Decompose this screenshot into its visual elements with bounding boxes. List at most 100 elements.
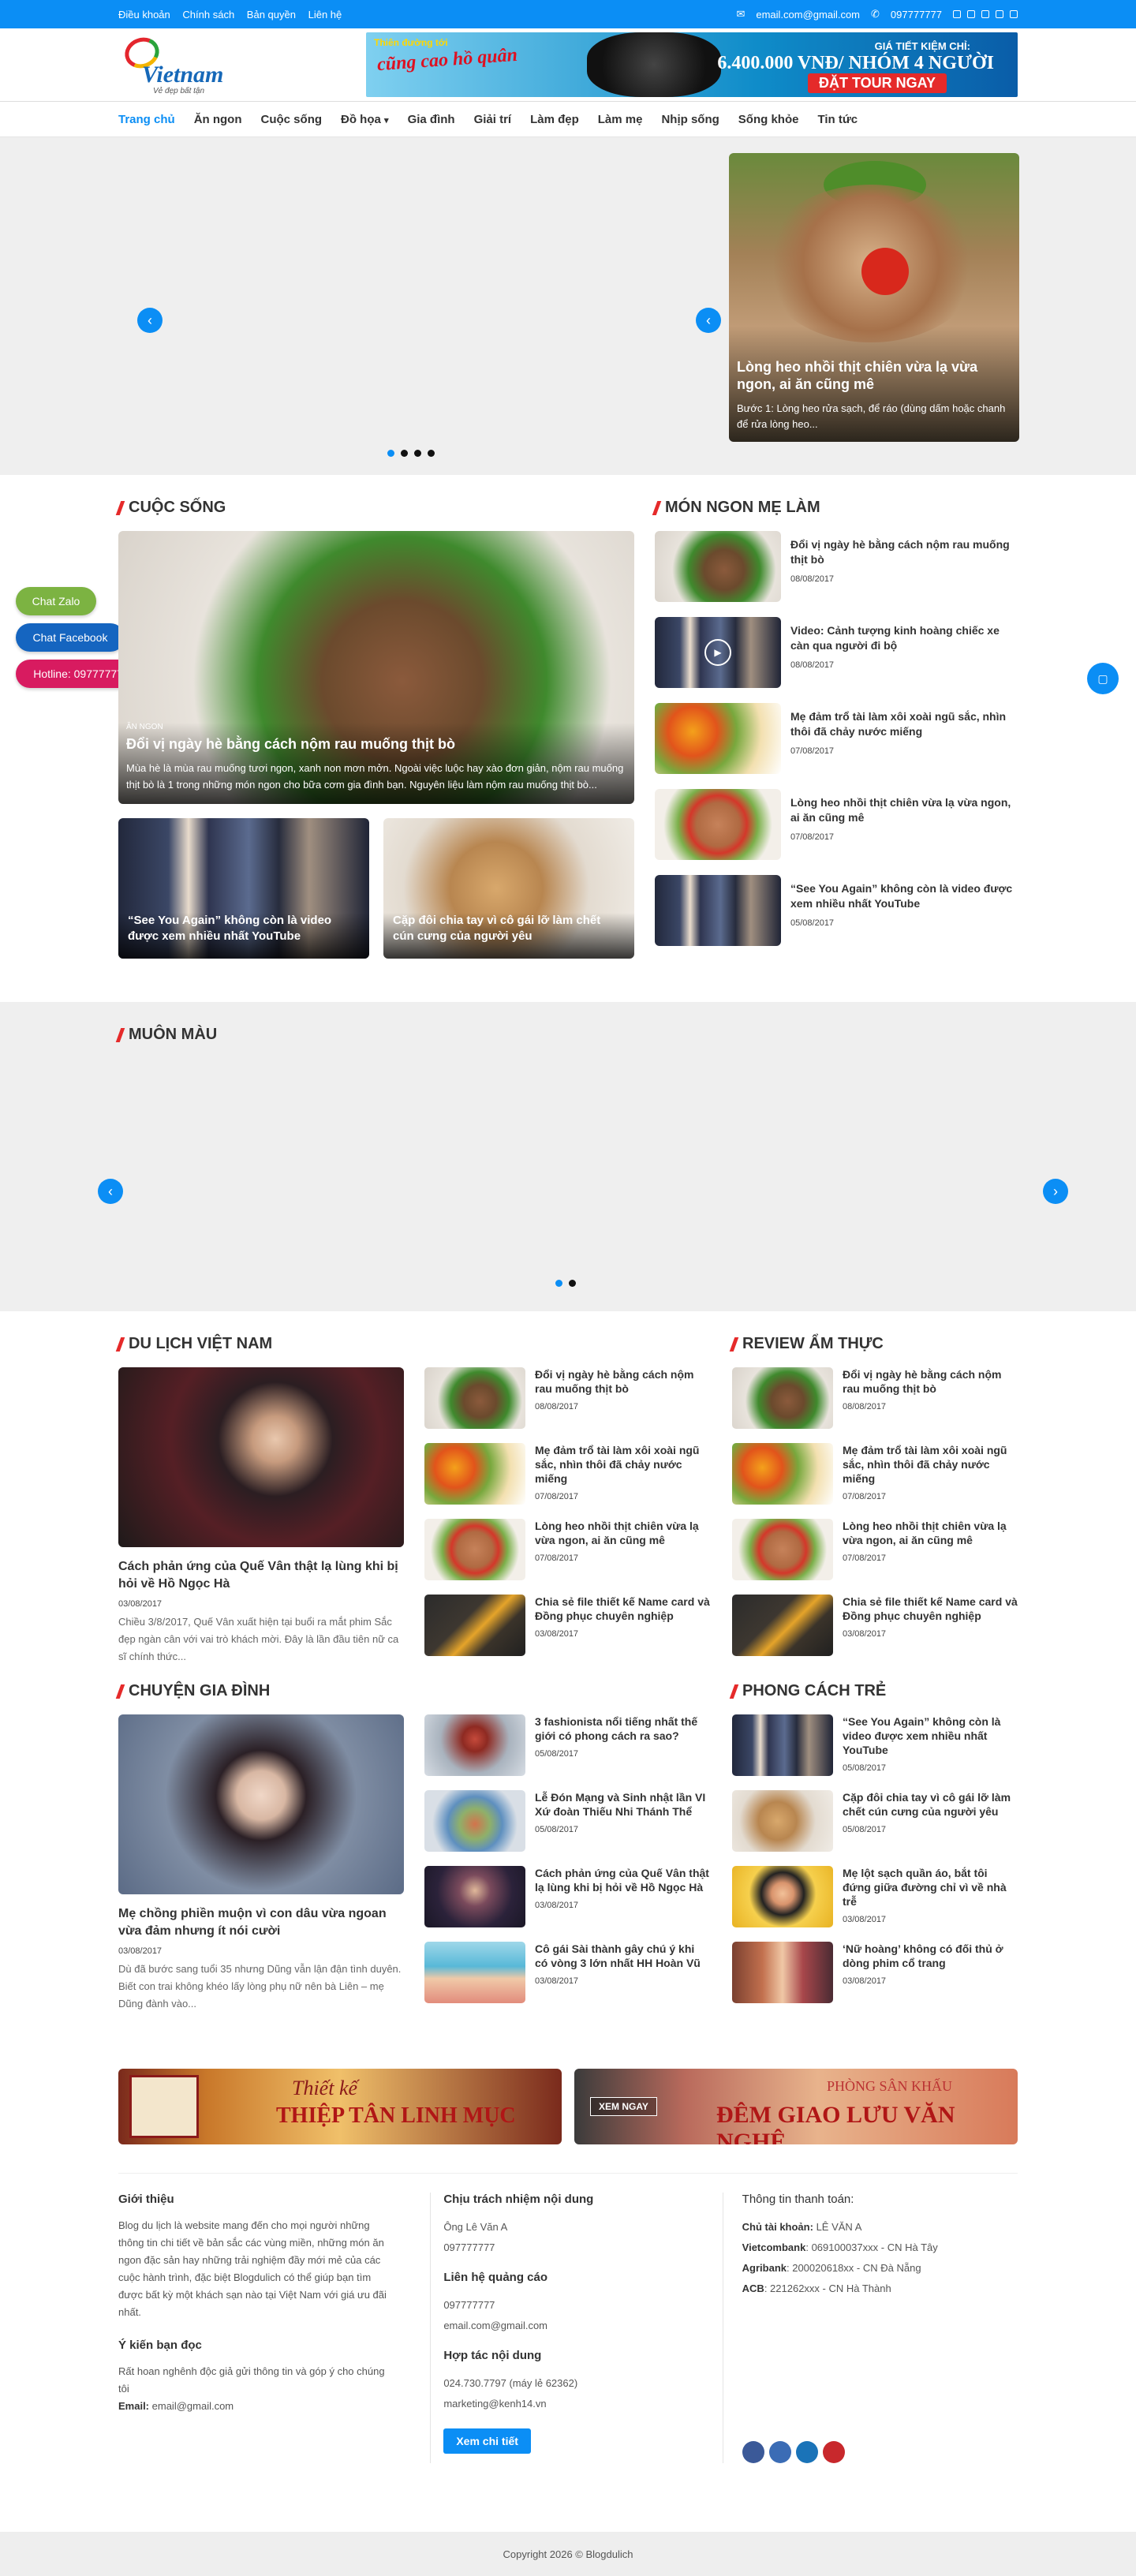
list-item[interactable]: Mẹ đảm trổ tài làm xôi xoài ngũ sắc, nhì…: [732, 1443, 1018, 1505]
nav-nhip-song[interactable]: Nhịp sống: [661, 113, 719, 126]
phong-cach-section: PHONG CÁCH TRẺ “See You Again” không còn…: [732, 1682, 1018, 2069]
main-nav: Trang chủ Ăn ngon Cuộc sống Đồ họa ▾ Gia…: [0, 101, 1136, 137]
list-item[interactable]: “See You Again” không còn là video được …: [732, 1714, 1018, 1776]
section-title[interactable]: PHONG CÁCH TRẺ: [732, 1682, 1018, 1700]
list-item[interactable]: Cách phản ứng của Quế Vân thật lạ lùng k…: [424, 1866, 710, 1927]
review-section: REVIEW ẨM THỰC Đổi vị ngày hè bằng cách …: [732, 1335, 1018, 1682]
section-title[interactable]: REVIEW ẨM THỰC: [732, 1335, 1018, 1353]
slider-dot[interactable]: [414, 450, 421, 457]
top-phone[interactable]: 097777777: [891, 9, 942, 21]
section-title[interactable]: CHUYỆN GIA ĐÌNH: [118, 1682, 710, 1700]
chevron-left-icon[interactable]: ‹: [696, 308, 721, 333]
chevron-right-icon[interactable]: ›: [1043, 1179, 1068, 1204]
muon-mau-section: MUÔN MÀU ‹ ›: [0, 1002, 1136, 1311]
section-title[interactable]: DU LỊCH VIỆT NAM: [118, 1335, 710, 1353]
list-item[interactable]: “See You Again” không còn là video được …: [655, 875, 1018, 946]
list-item[interactable]: Chia sẻ file thiết kế Name card và Đồng …: [732, 1595, 1018, 1656]
top-link-terms[interactable]: Điều khoản: [118, 9, 170, 21]
nav-gia-dinh[interactable]: Gia đình: [408, 113, 455, 126]
section-title[interactable]: CUỘC SỐNG: [118, 499, 634, 517]
list-item[interactable]: Lòng heo nhồi thịt chiên vừa lạ vừa ngon…: [655, 789, 1018, 860]
nav-lam-me[interactable]: Làm mẹ: [598, 113, 643, 126]
list-item[interactable]: Mẹ lột sạch quần áo, bắt tôi đứng giữa đ…: [732, 1866, 1018, 1927]
chevron-left-icon[interactable]: ‹: [137, 308, 163, 333]
list-item[interactable]: Chia sẻ file thiết kế Name card và Đồng …: [424, 1595, 710, 1656]
xem-ngay-button[interactable]: XEM NGAY: [590, 2097, 657, 2116]
chat-facebook-button[interactable]: Chat Facebook: [16, 623, 125, 652]
promo-banner-right[interactable]: XEM NGAY PHÒNG SÂN KHẤU ĐÊM GIAO LƯU VĂN…: [574, 2069, 1018, 2144]
slider-dot[interactable]: [401, 450, 408, 457]
copyright-bar: Copyright 2026 © Blogdulich: [0, 2532, 1136, 2576]
hero-slider: ‹ ‹ Lòng heo nhồi thịt chiên vừa lạ vừa …: [0, 137, 1136, 475]
scroll-top-icon[interactable]: ▢: [1087, 663, 1119, 694]
cuoc-song-sub-card[interactable]: “See You Again” không còn là video được …: [118, 818, 369, 959]
list-item[interactable]: Mẹ đảm trổ tài làm xôi xoài ngũ sắc, nhì…: [655, 703, 1018, 774]
top-link-contact[interactable]: Liên hệ: [308, 9, 342, 21]
top-link-policy[interactable]: Chính sách: [182, 9, 234, 21]
rss-icon[interactable]: [1010, 10, 1018, 18]
nav-do-hoa[interactable]: Đồ họa ▾: [341, 113, 389, 126]
top-bar: Điều khoản Chính sách Bản quyền Liên hệ …: [0, 0, 1136, 28]
instagram-icon[interactable]: [981, 10, 989, 18]
list-item[interactable]: Cô gái Sài thành gây chú ý khi có vòng 3…: [424, 1942, 710, 2003]
section-title[interactable]: MUÔN MÀU: [118, 1026, 1018, 1044]
list-item[interactable]: Lòng heo nhồi thịt chiên vừa lạ vừa ngon…: [424, 1519, 710, 1580]
list-item[interactable]: 3 fashionista nổi tiếng nhất thế giới có…: [424, 1714, 710, 1776]
header-ad-banner[interactable]: Thiên đường tới cũng cao hồ quân GIÁ TIẾ…: [366, 32, 1018, 97]
list-item[interactable]: Lễ Đón Mạng và Sinh nhật lần VI Xứ đoàn …: [424, 1790, 710, 1852]
list-item[interactable]: ▶ Video: Cảnh tượng kinh hoàng chiếc xe c…: [655, 617, 1018, 688]
muon-mau-dots: [555, 1280, 576, 1287]
mon-ngon-section: MÓN NGON MẸ LÀM Đổi vị ngày hè bằng cách…: [655, 499, 1018, 1002]
section-row-3: CHUYỆN GIA ĐÌNH Mẹ chồng phiền muộn vì c…: [118, 1682, 1018, 2069]
cuoc-song-main-card[interactable]: ĂN NGON Đổi vị ngày hè bằng cách nộm rau…: [118, 531, 634, 804]
hero-slide-title[interactable]: Lòng heo nhồi thịt chiên vừa lạ vừa ngon…: [737, 358, 1011, 393]
top-email[interactable]: email.com@gmail.com: [756, 9, 860, 21]
list-item[interactable]: Cặp đôi chia tay vì cô gái lỡ làm chết c…: [732, 1790, 1018, 1852]
site-logo[interactable]: Vietnam Vẻ đẹp bất tận: [118, 32, 223, 96]
slider-dot[interactable]: [428, 450, 435, 457]
nav-song-khoe[interactable]: Sống khỏe: [738, 113, 799, 126]
du-lich-main[interactable]: Cách phản ứng của Quế Vân thật lạ lùng k…: [118, 1367, 404, 1670]
nav-home[interactable]: Trang chủ: [118, 113, 175, 126]
section-title[interactable]: MÓN NGON MẸ LÀM: [655, 499, 1018, 517]
nav-lam-dep[interactable]: Làm đẹp: [530, 113, 579, 126]
chevron-left-icon[interactable]: ‹: [98, 1179, 123, 1204]
twitter-icon[interactable]: [967, 10, 975, 18]
top-link-copyright[interactable]: Bản quyền: [247, 9, 296, 21]
chat-zalo-button[interactable]: Chat Zalo: [16, 587, 96, 615]
youtube-icon[interactable]: [822, 2441, 845, 2463]
nav-cuoc-song[interactable]: Cuộc sống: [261, 113, 323, 126]
list-item[interactable]: Lòng heo nhồi thịt chiên vừa lạ vừa ngon…: [732, 1519, 1018, 1580]
gia-dinh-section: CHUYỆN GIA ĐÌNH Mẹ chồng phiền muộn vì c…: [118, 1682, 710, 2069]
youtube-icon[interactable]: [996, 10, 1003, 18]
site-footer: Giới thiệu Blog du lịch là website mang …: [118, 2173, 1018, 2465]
footer-email[interactable]: email@gmail.com: [152, 2400, 234, 2412]
section-row-2: DU LỊCH VIỆT NAM Cách phản ứng của Quế V…: [118, 1311, 1018, 1682]
hero-slide-excerpt: Bước 1: Lòng heo rửa sạch, để ráo (dùng …: [737, 402, 1006, 430]
nav-an-ngon[interactable]: Ăn ngon: [194, 113, 242, 126]
list-item[interactable]: ‘Nữ hoàng’ không có đối thủ ở dòng phim …: [732, 1942, 1018, 2003]
nav-tin-tuc[interactable]: Tin tức: [817, 113, 858, 126]
twitter-icon[interactable]: [768, 2441, 791, 2463]
slider-dot[interactable]: [387, 450, 394, 457]
linkedin-icon[interactable]: [795, 2441, 818, 2463]
hero-slide-card[interactable]: Lòng heo nhồi thịt chiên vừa lạ vừa ngon…: [729, 153, 1019, 442]
gia-dinh-main[interactable]: Mẹ chồng phiền muộn vì con dâu vừa ngoan…: [118, 1714, 404, 2017]
list-item[interactable]: Mẹ đảm trổ tài làm xôi xoài ngũ sắc, nhì…: [424, 1443, 710, 1505]
slider-dot[interactable]: [555, 1280, 562, 1287]
list-item[interactable]: Đổi vị ngày hè bằng cách nộm rau muống t…: [732, 1367, 1018, 1429]
list-item[interactable]: Đổi vị ngày hè bằng cách nộm rau muống t…: [424, 1367, 710, 1429]
list-item[interactable]: Đổi vị ngày hè bằng cách nộm rau muống t…: [655, 531, 1018, 602]
see-details-button[interactable]: Xem chi tiết: [443, 2428, 531, 2454]
main-article-title[interactable]: Đổi vị ngày hè bằng cách nộm rau muống t…: [126, 735, 626, 753]
cuoc-song-sub-card[interactable]: Cặp đôi chia tay vì cô gái lỡ làm chết c…: [383, 818, 634, 959]
promo-banner-left[interactable]: Thiết kế THIỆP TÂN LINH MỤC: [118, 2069, 562, 2144]
nav-giai-tri[interactable]: Giải trí: [474, 113, 512, 126]
category-tag[interactable]: ĂN NGON: [126, 723, 626, 731]
facebook-icon[interactable]: [953, 10, 961, 18]
slider-dot[interactable]: [569, 1280, 576, 1287]
facebook-icon[interactable]: [742, 2441, 764, 2463]
hero-dots: [387, 450, 435, 457]
mail-icon: ✉: [736, 8, 746, 20]
promo-banners: Thiết kế THIỆP TÂN LINH MỤC XEM NGAY PHÒ…: [118, 2069, 1018, 2144]
